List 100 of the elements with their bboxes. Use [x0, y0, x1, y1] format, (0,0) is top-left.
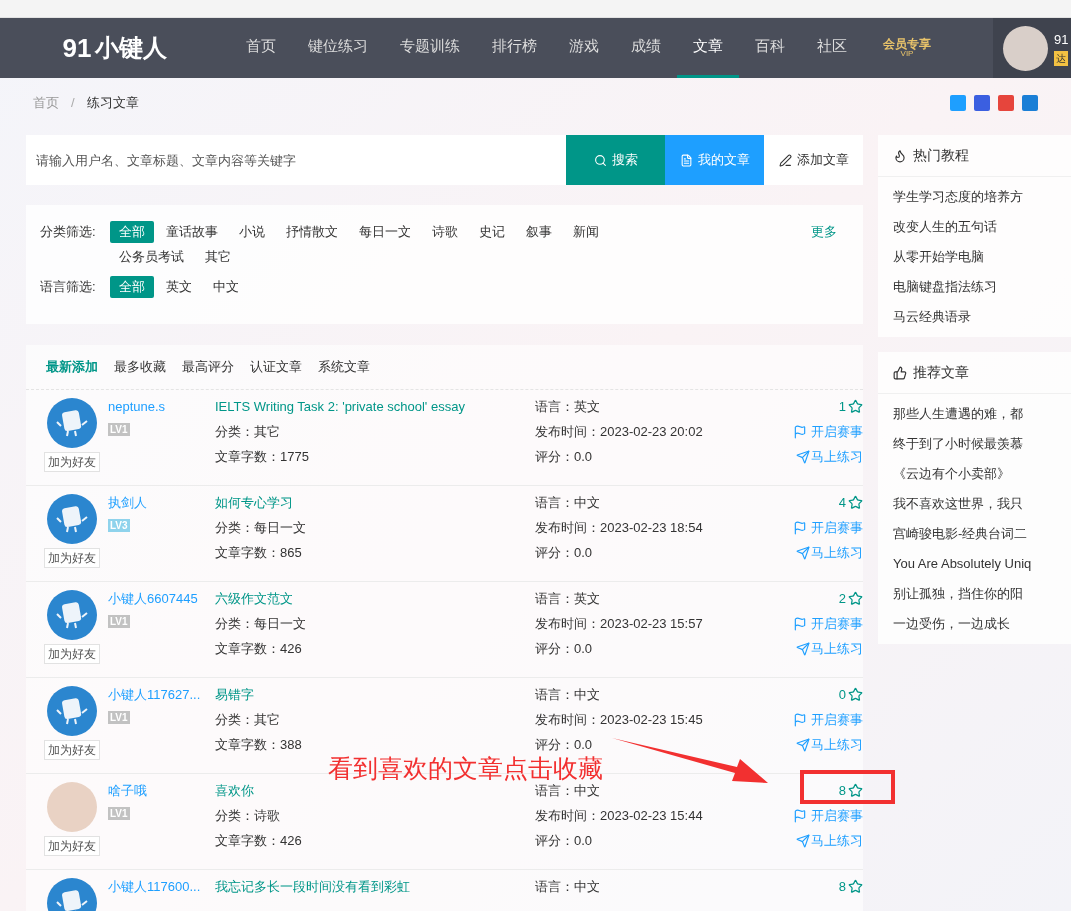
- article-title-link[interactable]: 六级作文范文: [215, 590, 535, 607]
- star-icon: [848, 783, 863, 798]
- filter-chip[interactable]: 公务员考试: [110, 246, 193, 268]
- favorite-button[interactable]: 8: [838, 878, 863, 895]
- flag-icon: [793, 520, 807, 535]
- more-link[interactable]: 更多: [811, 221, 837, 243]
- filter-chip[interactable]: 诗歌: [423, 221, 467, 243]
- sidebar-link[interactable]: 马云经典语录: [893, 307, 1063, 327]
- score-text: 评分：0.0: [535, 544, 594, 561]
- nav-tab[interactable]: 专题训练: [384, 18, 476, 78]
- filter-chip[interactable]: 小说: [230, 221, 274, 243]
- add-friend-button[interactable]: 加为好友: [44, 644, 100, 664]
- filter-chip[interactable]: 其它: [196, 246, 240, 268]
- flag-icon: [793, 424, 807, 439]
- publish-time-text: 发布时间：2023-02-23 15:44: [535, 807, 704, 824]
- sidebar-link[interactable]: 别让孤独，挡住你的阳: [893, 584, 1063, 604]
- sort-tab[interactable]: 最多收藏: [114, 357, 166, 377]
- sidebar-link[interactable]: 那些人生遭遇的难，都: [893, 404, 1063, 424]
- paper-plane-icon: [796, 449, 810, 464]
- search-field[interactable]: 请输入用户名、文章标题、文章内容等关键字: [26, 135, 566, 185]
- level-badge: LV1: [108, 711, 130, 724]
- avatar-placeholder[interactable]: [1003, 25, 1048, 71]
- filter-chip[interactable]: 叙事: [517, 221, 561, 243]
- nav-tab[interactable]: 成绩: [615, 18, 677, 78]
- filter-chip[interactable]: 抒情散文: [277, 221, 347, 243]
- score-text: 评分：0.0: [535, 832, 594, 849]
- article-title-link[interactable]: IELTS Writing Task 2: 'private school' essay: [215, 398, 535, 415]
- nav-tab[interactable]: 首页: [230, 18, 292, 78]
- share-icon[interactable]: [974, 95, 990, 111]
- nav-tab[interactable]: 百科: [739, 18, 801, 78]
- sort-tab[interactable]: 系统文章: [318, 357, 370, 377]
- share-icon[interactable]: [1022, 95, 1038, 111]
- sort-tab[interactable]: 最新添加: [46, 357, 98, 377]
- add-friend-button[interactable]: 加为好友: [44, 836, 100, 856]
- vip-label: 会员专享: [883, 38, 931, 50]
- pen-icon: [778, 153, 792, 167]
- filter-chip[interactable]: 全部: [110, 221, 154, 243]
- share-icon[interactable]: [950, 95, 966, 111]
- filter-chip[interactable]: 中文: [204, 276, 248, 298]
- publish-time-text: 发布时间：2023-02-23 15:57: [535, 615, 704, 632]
- search-button[interactable]: 搜索: [566, 135, 665, 185]
- filter-chip[interactable]: 英文: [157, 276, 201, 298]
- filter-label: 语言筛选:: [40, 278, 97, 297]
- sidebar-link[interactable]: 《云边有个小卖部》: [893, 464, 1063, 484]
- category-text: 分类：其它: [215, 423, 281, 440]
- favorite-button[interactable]: 8: [838, 782, 863, 799]
- vip-badge[interactable]: 会员专享 VIP: [883, 38, 931, 58]
- nav-tab[interactable]: 排行榜: [476, 18, 553, 78]
- add-friend-button[interactable]: 加为好友: [44, 548, 100, 568]
- user-name[interactable]: 91: [1054, 29, 1069, 50]
- word-count-text: 文章字数：865: [215, 544, 303, 561]
- star-icon: [848, 591, 863, 606]
- filter-chip[interactable]: 童话故事: [157, 221, 227, 243]
- sidebar-title: 推荐文章: [913, 363, 969, 382]
- sidebar-link[interactable]: 学生学习态度的培养方: [893, 187, 1063, 207]
- sort-tab[interactable]: 认证文章: [250, 357, 302, 377]
- category-text: 分类：其它: [215, 711, 281, 728]
- publish-time-text: 发布时间：2023-02-23 15:45: [535, 711, 704, 728]
- add-friend-button[interactable]: 加为好友: [44, 740, 100, 760]
- filter-chip[interactable]: 每日一文: [350, 221, 420, 243]
- article-title-link[interactable]: 我忘记多长一段时间没有看到彩虹: [215, 878, 535, 895]
- star-icon: [848, 687, 863, 702]
- favorite-button[interactable]: 1: [838, 398, 863, 415]
- sort-tab[interactable]: 最高评分: [182, 357, 234, 377]
- paper-plane-icon: [796, 641, 810, 656]
- nav-tab[interactable]: 键位练习: [292, 18, 384, 78]
- paper-plane-icon: [796, 833, 810, 848]
- flag-icon: [793, 808, 807, 823]
- add-button[interactable]: 添加文章: [764, 135, 863, 185]
- logo-digits[interactable]: 91: [62, 28, 92, 68]
- sidebar-link[interactable]: 一边受伤，一边成长: [893, 614, 1063, 634]
- favorite-button[interactable]: 0: [838, 686, 863, 703]
- sidebar-link[interactable]: You Are Absolutely Uniq: [893, 554, 1063, 574]
- favorite-button[interactable]: 2: [838, 590, 863, 607]
- article-title-link[interactable]: 如何专心学习: [215, 494, 535, 511]
- sidebar-link[interactable]: 宫崎骏电影-经典台词二: [893, 524, 1063, 544]
- sidebar-link[interactable]: 我不喜欢这世界，我只: [893, 494, 1063, 514]
- logo-name[interactable]: 小键人: [95, 30, 168, 66]
- sidebar-link[interactable]: 电脑键盘指法练习: [893, 277, 1063, 297]
- sidebar-link[interactable]: 终于到了小时候最羡慕: [893, 434, 1063, 454]
- vip-sub: VIP: [900, 50, 914, 58]
- add-friend-button[interactable]: 加为好友: [44, 452, 100, 472]
- favorite-button[interactable]: 4: [838, 494, 863, 511]
- filter-chip[interactable]: 全部: [110, 276, 154, 298]
- category-text: 分类：每日一文: [215, 615, 307, 632]
- nav-tab[interactable]: 游戏: [553, 18, 615, 78]
- sidebar-link[interactable]: 改变人生的五句话: [893, 217, 1063, 237]
- article-title-link[interactable]: 喜欢你: [215, 782, 535, 799]
- word-count-text: 文章字数：426: [215, 640, 303, 657]
- share-icon[interactable]: [998, 95, 1014, 111]
- filter-chip[interactable]: 新闻: [564, 221, 608, 243]
- word-count-text: 文章字数：1775: [215, 448, 310, 465]
- sidebar-title: 热门教程: [913, 146, 969, 165]
- filter-chip[interactable]: 史记: [470, 221, 514, 243]
- nav-tab[interactable]: 社区: [801, 18, 863, 78]
- nav-tab[interactable]: 文章: [677, 18, 739, 78]
- article-title-link[interactable]: 易错字: [215, 686, 535, 703]
- paper-plane-icon: [796, 545, 810, 560]
- sidebar-link[interactable]: 从零开始学电脑: [893, 247, 1063, 267]
- category-text: 分类：诗歌: [215, 807, 281, 824]
